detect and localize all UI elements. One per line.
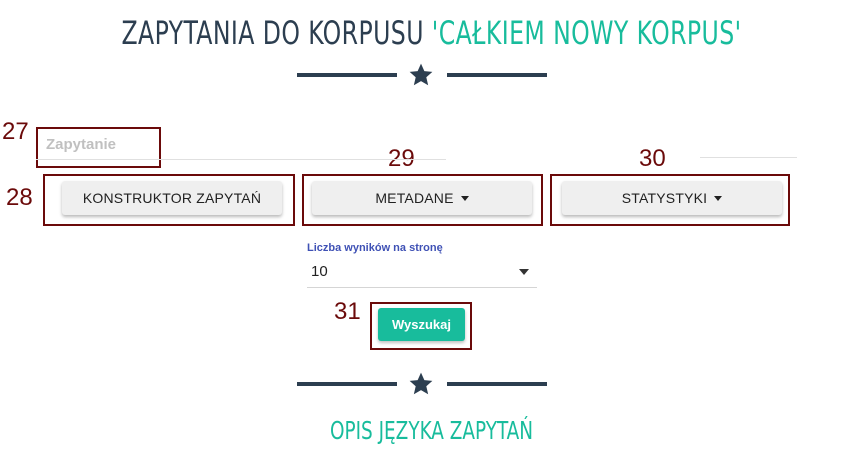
- divider-line-right: [447, 73, 547, 77]
- results-per-page-label: Liczba wyników na stronę: [307, 242, 443, 254]
- search-button-label: Wyszukaj: [391, 317, 451, 332]
- search-button[interactable]: Wyszukaj: [378, 308, 465, 341]
- statistics-button[interactable]: STATYSTYKI: [562, 181, 782, 215]
- section-title: OPIS JĘZYKA ZAPYTAŃ: [329, 416, 534, 445]
- statistics-label: STATYSTYKI: [621, 190, 708, 206]
- annotation-27: 27: [2, 118, 29, 145]
- caret-down-icon: [714, 195, 723, 201]
- star-icon: [409, 372, 433, 395]
- metadata-label: METADANE: [375, 190, 454, 206]
- divider-line-left: [297, 382, 397, 386]
- corpus-name: 'CAŁKIEM NOWY KORPUS': [431, 14, 742, 52]
- query-builder-label: KONSTRUKTOR ZAPYTAŃ: [82, 190, 262, 206]
- divider-line-left: [297, 73, 397, 77]
- caret-down-icon: [460, 195, 469, 201]
- query-underline-right: [700, 157, 797, 158]
- star-divider-top: [297, 60, 547, 90]
- star-icon: [409, 63, 433, 86]
- page-title: ZAPYTANIA DO KORPUSU 'CAŁKIEM NOWY KORPU…: [78, 14, 786, 52]
- divider-line-right: [447, 382, 547, 386]
- star-divider-bottom: [297, 369, 547, 399]
- annotation-30: 30: [639, 145, 666, 172]
- annotation-31: 31: [334, 298, 361, 325]
- query-underline-left: [36, 159, 446, 160]
- query-builder-button[interactable]: KONSTRUKTOR ZAPYTAŃ: [62, 181, 282, 215]
- results-per-page-select[interactable]: 10: [311, 263, 328, 280]
- title-prefix: ZAPYTANIA DO KORPUSU: [121, 14, 432, 52]
- annotation-28: 28: [6, 184, 33, 211]
- chevron-down-icon[interactable]: [519, 269, 529, 275]
- query-input[interactable]: [46, 133, 156, 155]
- results-per-page-underline: [307, 287, 537, 288]
- metadata-button[interactable]: METADANE: [312, 181, 532, 215]
